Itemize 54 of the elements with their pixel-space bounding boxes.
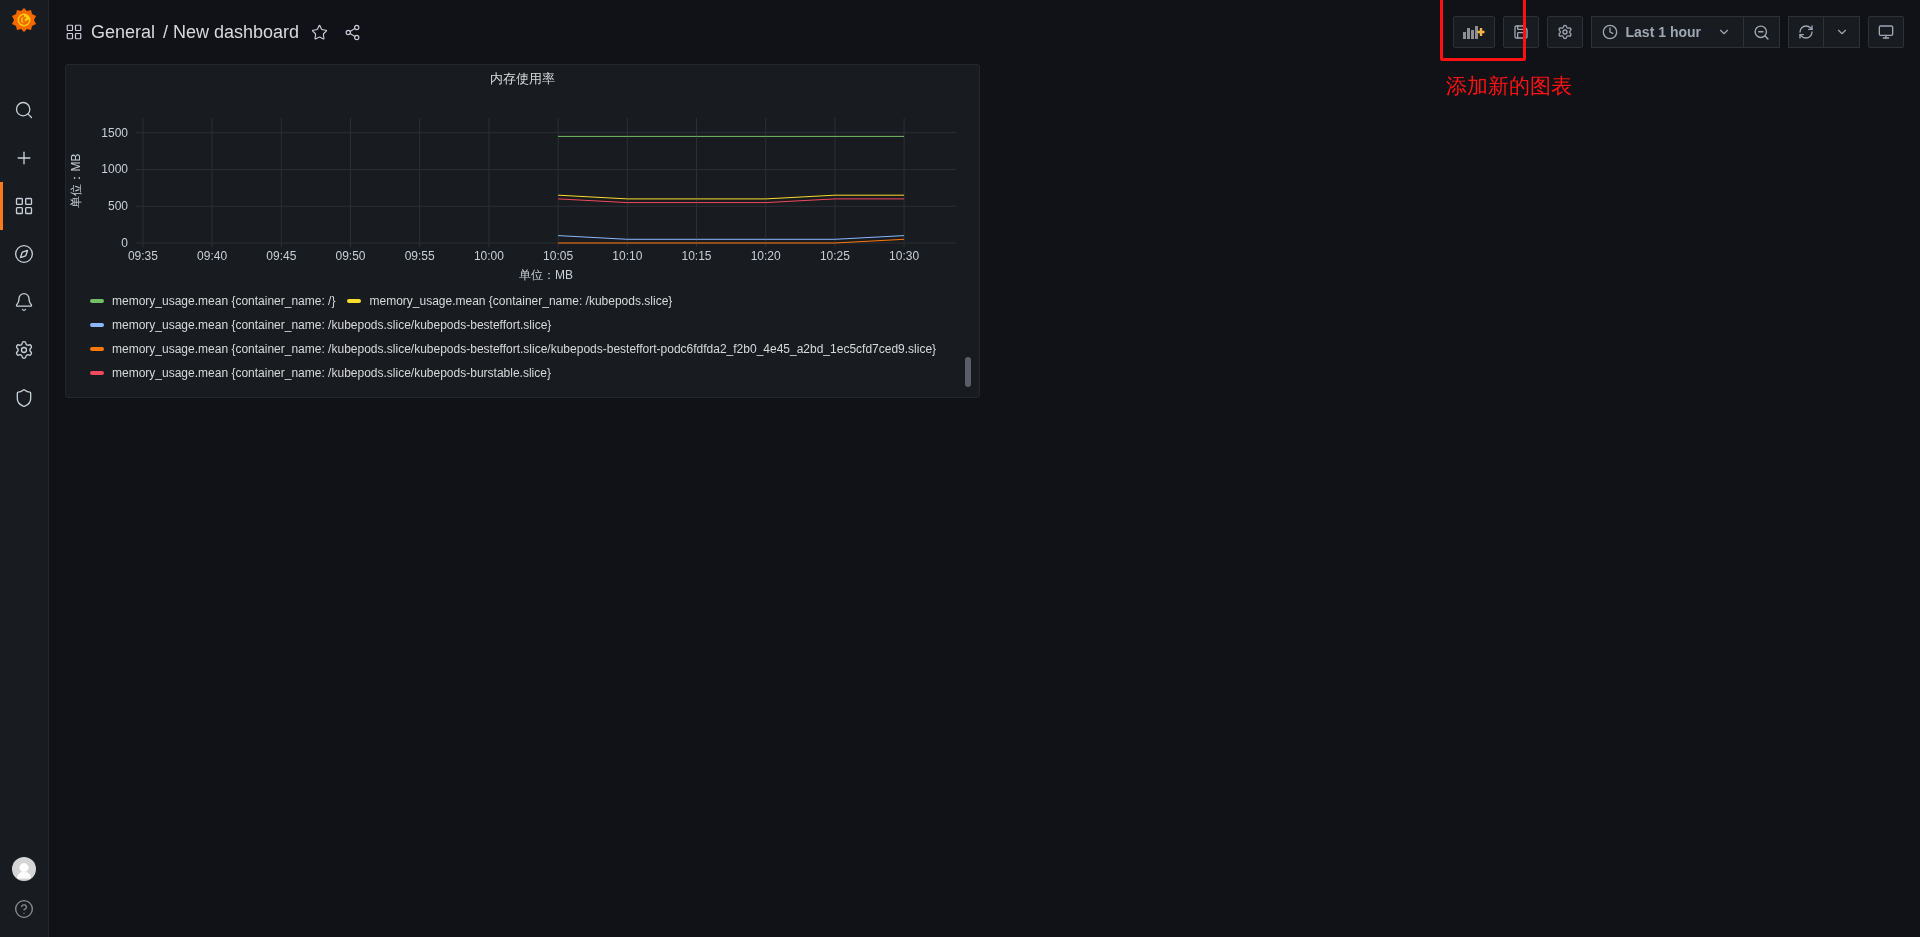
y-tick-label: 0 bbox=[121, 236, 128, 250]
zoom-out-button[interactable] bbox=[1744, 16, 1780, 48]
annotation-text: 添加新的图表 bbox=[1446, 73, 1572, 100]
bell-icon bbox=[14, 292, 34, 312]
star-icon[interactable] bbox=[311, 23, 329, 41]
share-icon[interactable] bbox=[344, 23, 362, 41]
scrollbar-thumb[interactable] bbox=[965, 357, 971, 387]
y-tick-label: 1500 bbox=[101, 125, 128, 140]
compass-icon bbox=[14, 244, 34, 264]
grid-icon bbox=[14, 196, 34, 216]
x-tick-label: 09:55 bbox=[404, 249, 435, 263]
settings-button[interactable] bbox=[1546, 16, 1583, 48]
shield-icon bbox=[14, 388, 34, 408]
folder-link[interactable]: General bbox=[91, 21, 156, 43]
x-tick-label: 09:40 bbox=[197, 249, 228, 263]
refresh-button[interactable] bbox=[1788, 16, 1824, 48]
refresh-icon bbox=[1798, 24, 1814, 40]
x-tick-label: 10:20 bbox=[750, 249, 781, 263]
grid-icon bbox=[65, 23, 83, 41]
logo-icon[interactable] bbox=[11, 7, 37, 33]
x-tick-label: 10:00 bbox=[473, 249, 504, 263]
x-tick-label: 10:25 bbox=[819, 249, 850, 263]
settings-icon bbox=[14, 340, 34, 360]
x-tick-label: 10:15 bbox=[681, 249, 712, 263]
x-tick-label: 09:50 bbox=[335, 249, 366, 263]
settings-icon bbox=[1556, 24, 1573, 40]
panel-title: 内存使用率 bbox=[489, 70, 556, 88]
dashboard-title: / New dashboard bbox=[163, 21, 300, 43]
zoom-out-icon bbox=[1753, 23, 1770, 41]
search-icon bbox=[14, 100, 34, 120]
x-axis-label: 单位：MB bbox=[519, 268, 573, 282]
legend-label[interactable]: memory_usage.mean {container_name: /kubepods.slice} bbox=[369, 294, 673, 308]
legend-label[interactable]: memory_usage.mean {container_name: /kubepods.slice/kubepods-burstable.slice} bbox=[112, 366, 551, 380]
save-button[interactable] bbox=[1502, 16, 1539, 48]
legend-label[interactable]: memory_usage.mean {container_name: /kubepods.slice/kubepods-besteffort.slice} bbox=[112, 318, 552, 332]
y-tick-label: 500 bbox=[107, 199, 128, 214]
x-tick-label: 10:30 bbox=[889, 249, 920, 263]
x-tick-label: 09:35 bbox=[127, 249, 158, 263]
add-panel-button[interactable] bbox=[1452, 16, 1495, 48]
bar-chart-plus-icon bbox=[1462, 25, 1485, 39]
x-tick-label: 10:10 bbox=[612, 249, 643, 263]
legend-label[interactable]: memory_usage.mean {container_name: /kubepods.slice/kubepods-besteffort.slice/kubepods-besteffort-podc6fdfda2_f2b0_4e45_a2bd_1ec5cfd7ced9.slice} bbox=[112, 342, 937, 356]
monitor-icon bbox=[1878, 24, 1894, 40]
clock-icon bbox=[1601, 24, 1618, 40]
save-icon bbox=[1512, 24, 1529, 40]
x-tick-label: 10:05 bbox=[543, 249, 574, 263]
y-tick-label: 1000 bbox=[101, 162, 128, 177]
y-axis-label: 单位：MB bbox=[69, 153, 83, 208]
help-icon[interactable] bbox=[14, 899, 34, 919]
tv-mode-button[interactable] bbox=[1868, 16, 1904, 48]
time-range-picker[interactable]: Last 1 hour bbox=[1590, 16, 1744, 48]
x-tick-label: 09:45 bbox=[266, 249, 297, 263]
legend-label[interactable]: memory_usage.mean {container_name: /} bbox=[112, 294, 336, 308]
avatar-icon[interactable] bbox=[12, 857, 36, 881]
